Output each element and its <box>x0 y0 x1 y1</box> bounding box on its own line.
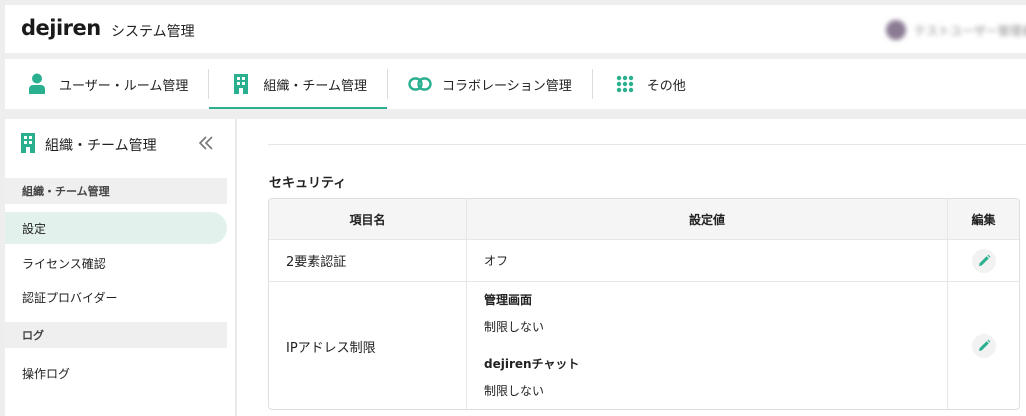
setting-value-chat: 制限しない <box>484 382 544 399</box>
sidebar-item-settings[interactable]: 設定 <box>5 212 227 244</box>
user-menu[interactable]: テストユーザー管理者 <box>886 17 1026 43</box>
sidebar-section-organization: 組織・チーム管理 <box>5 178 227 204</box>
setting-group-chat: dejirenチャット <box>484 355 579 372</box>
column-header-name: 項目名 <box>269 199 467 239</box>
table-header-row: 項目名 設定値 編集 <box>269 199 1019 240</box>
sidebar-header: 組織・チーム管理 <box>5 119 235 171</box>
building-icon <box>229 72 253 96</box>
tab-label: コラボレーション管理 <box>441 78 572 94</box>
tab-label: ユーザー・ルーム管理 <box>59 78 189 94</box>
tab-label: その他 <box>646 78 686 94</box>
pencil-icon <box>978 339 990 351</box>
edit-button[interactable] <box>971 248 996 273</box>
row-value: オフ <box>467 240 948 281</box>
setting-value: 制限しない <box>484 384 545 398</box>
sidebar-item-operation-log[interactable]: 操作ログ <box>5 357 227 389</box>
setting-value-admin: 制限しない <box>484 318 544 335</box>
tab-user-room[interactable]: ユーザー・ルーム管理 <box>5 59 208 109</box>
security-settings-table: 項目名 設定値 編集 2要素認証 オフ IPアドレス制限 管理画面 制限しない <box>268 198 1020 410</box>
section-title: セキュリティ <box>269 176 347 191</box>
setting-label: 管理画面 <box>484 293 533 307</box>
top-header: dejiren システム管理 テストユーザー管理者 <box>5 5 1026 53</box>
main-content: セキュリティ 項目名 設定値 編集 2要素認証 オフ IPアドレス制限 管理画面 <box>237 119 1026 416</box>
row-name: 2要素認証 <box>269 240 467 281</box>
setting-label: dejirenチャット <box>484 357 580 371</box>
edit-button[interactable] <box>971 334 996 358</box>
edit-cell <box>948 240 1019 281</box>
tab-label: 組織・チーム管理 <box>263 78 367 94</box>
user-icon <box>25 72 49 96</box>
column-header-value: 設定値 <box>467 199 948 239</box>
tab-collaboration[interactable]: コラボレーション管理 <box>388 59 592 109</box>
sidebar-title: 組織・チーム管理 <box>45 138 157 154</box>
tab-other[interactable]: その他 <box>593 59 706 109</box>
divider <box>268 144 1026 145</box>
sidebar: 組織・チーム管理 組織・チーム管理 設定 ライセンス確認 認証プロバイダー ログ… <box>5 119 236 416</box>
app-logo[interactable]: dejiren <box>21 16 101 40</box>
setting-group-admin: 管理画面 <box>484 291 532 308</box>
building-icon <box>21 133 35 157</box>
pencil-icon <box>978 254 990 266</box>
row-name: IPアドレス制限 <box>269 282 467 409</box>
column-header-edit: 編集 <box>971 212 996 227</box>
avatar[interactable] <box>886 20 906 40</box>
sidebar-item-auth-provider[interactable]: 認証プロバイダー <box>5 281 227 313</box>
user-name[interactable]: テストユーザー管理者 <box>914 22 1026 39</box>
collapse-sidebar-icon[interactable] <box>197 134 215 152</box>
grid-icon <box>613 72 637 96</box>
row-value: 管理画面 制限しない dejirenチャット 制限しない <box>467 282 948 409</box>
edit-cell <box>948 282 1019 409</box>
sidebar-item-license[interactable]: ライセンス確認 <box>5 247 227 279</box>
sidebar-section-log: ログ <box>5 322 227 348</box>
table-row: IPアドレス制限 管理画面 制限しない dejirenチャット 制限しない <box>269 282 1019 409</box>
tab-organization[interactable]: 組織・チーム管理 <box>209 59 387 109</box>
main-tabs: ユーザー・ルーム管理 組織・チーム管理 コラボレーション管理 その他 <box>5 59 1026 109</box>
page-title: システム管理 <box>111 24 195 40</box>
link-icon <box>408 72 432 96</box>
setting-value: 制限しない <box>484 320 545 334</box>
table-row: 2要素認証 オフ <box>269 240 1019 282</box>
